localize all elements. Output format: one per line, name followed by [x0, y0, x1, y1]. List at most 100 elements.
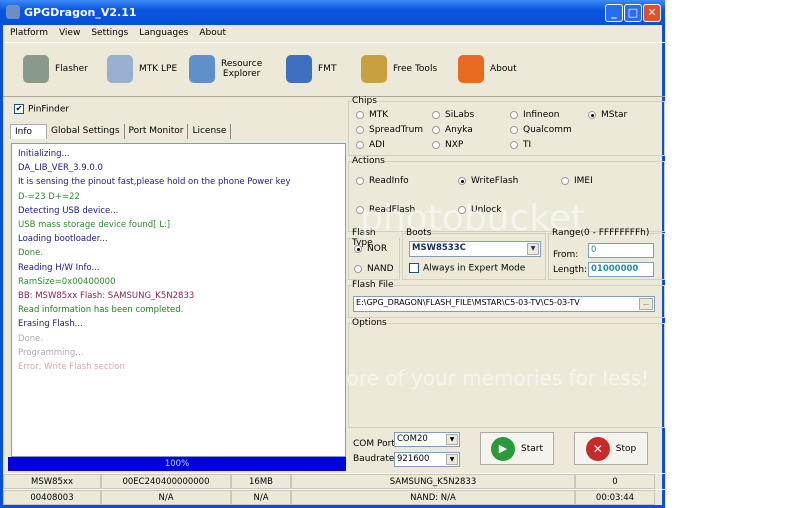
action-label: IMEI	[574, 176, 593, 186]
start-button[interactable]: ▶ Start	[480, 432, 554, 465]
radio-nor[interactable]: NOR	[354, 244, 387, 254]
chip-radio-spreadtrum[interactable]: SpreadTrum	[356, 125, 423, 135]
toolbar-label: Resource Explorer	[221, 59, 263, 79]
chip-label: Anyka	[445, 125, 473, 135]
radio-icon	[356, 125, 364, 134]
toolbar-label: Free Tools	[393, 64, 438, 74]
status-row-1: MSW85xx 00EC240400000000 16MB SAMSUNG_K5N28…	[3, 473, 665, 489]
boots-value: MSW8533C	[412, 243, 466, 253]
chip-radio-silabs[interactable]: SiLabs	[432, 110, 474, 120]
status-cell: 0	[575, 474, 655, 489]
toolbar-flasher-button[interactable]: Flasher	[23, 55, 88, 83]
radio-icon	[458, 176, 466, 185]
info-log[interactable]: Initializing... DA_LIB_VER_3.9.0.0 It is s…	[11, 143, 346, 457]
chevron-down-icon: ▼	[446, 434, 458, 445]
chip-radio-mstar[interactable]: MStar	[588, 110, 627, 120]
radio-icon	[356, 110, 364, 119]
chip-radio-ti[interactable]: TI	[510, 140, 531, 150]
baudrate-select[interactable]: 921600 ▼	[394, 452, 460, 467]
menu-platform[interactable]: Platform	[10, 25, 48, 41]
toolbar-about-button[interactable]: About	[458, 55, 517, 83]
menu-settings[interactable]: Settings	[91, 25, 128, 41]
chip-radio-adi[interactable]: ADI	[356, 140, 385, 150]
menu-bar: Platform View Settings Languages About	[3, 25, 665, 41]
log-line: Erasing Flash...	[18, 319, 83, 330]
log-line: RamSize=0x00400000	[18, 276, 116, 287]
folder-film-icon	[189, 55, 215, 83]
flash-file-path: E:\GPG_DRAGON\FLASH_FILE\MSTAR\C5-03-TV\…	[356, 298, 580, 307]
chip-radio-qualcomm[interactable]: Qualcomm	[510, 125, 572, 135]
menu-about[interactable]: About	[199, 25, 226, 41]
chip-label: SpreadTrum	[369, 125, 424, 135]
toolbar-label: MTK LPE	[139, 64, 178, 74]
close-button[interactable]: ✕	[643, 4, 661, 22]
log-line: Reading H/W Info...	[18, 262, 100, 273]
phone-icon	[23, 55, 49, 83]
radio-icon	[354, 264, 362, 273]
radio-icon	[588, 110, 596, 119]
tab-license[interactable]: License	[188, 124, 232, 139]
toolbar-mtk-lpe-button[interactable]: MTK LPE	[107, 55, 177, 83]
pinfinder-label: PinFinder	[28, 104, 70, 115]
action-radio-readinfo[interactable]: ReadInfo	[356, 176, 409, 186]
chip-radio-mtk[interactable]: MTK	[356, 110, 388, 120]
menu-view[interactable]: View	[59, 25, 80, 41]
flash-file-input[interactable]: E:\GPG_DRAGON\FLASH_FILE\MSTAR\C5-03-TV\…	[353, 296, 655, 312]
chip-radio-nxp[interactable]: NXP	[432, 140, 463, 150]
chip-label: Qualcomm	[523, 125, 572, 135]
chip-label: NXP	[445, 140, 464, 150]
expert-mode-checkbox[interactable]: Always in Expert Mode	[409, 263, 525, 274]
length-input[interactable]: 01000000	[588, 262, 654, 277]
com-port-select[interactable]: COM20 ▼	[394, 432, 460, 447]
action-radio-writeflash[interactable]: WriteFlash	[458, 176, 518, 186]
app-window: GPGDragon_V2.11 _ □ ✕ Platform View Sett…	[0, 0, 665, 508]
checkbox-box	[409, 263, 419, 273]
chip-label: SiLabs	[445, 110, 475, 120]
action-radio-readflash[interactable]: ReadFlash	[356, 205, 415, 215]
action-label: WriteFlash	[471, 176, 519, 186]
menu-languages[interactable]: Languages	[139, 25, 188, 41]
tab-global-settings[interactable]: Global Settings	[47, 124, 125, 139]
action-radio-unlock[interactable]: Unlock	[458, 205, 501, 215]
chip-label: Infineon	[523, 110, 560, 120]
action-label: ReadInfo	[369, 176, 409, 186]
toolbar-fmt-button[interactable]: FMT	[286, 55, 336, 83]
status-cell: NAND: N/A	[291, 490, 575, 505]
title-bar: GPGDragon_V2.11 _ □ ✕	[0, 0, 665, 25]
boots-select[interactable]: MSW8533C ▼	[409, 241, 541, 257]
window-title: GPGDragon_V2.11	[24, 6, 137, 19]
stop-button[interactable]: ✕ Stop	[574, 432, 648, 465]
status-cell: 00408003	[3, 490, 101, 505]
minimize-button[interactable]: _	[605, 4, 623, 22]
from-input[interactable]: 0	[588, 243, 654, 258]
log-line: D-=23 D+=22	[18, 191, 80, 202]
chip-radio-anyka[interactable]: Anyka	[432, 125, 473, 135]
toolbar-free-tools-button[interactable]: Free Tools	[361, 55, 437, 83]
log-line: Programming...	[18, 347, 84, 358]
house-icon	[458, 55, 484, 83]
nand-label: NAND	[367, 264, 394, 274]
action-label: ReadFlash	[369, 205, 416, 215]
log-line: Detecting USB device...	[18, 205, 119, 216]
tab-info[interactable]: Info	[10, 124, 48, 139]
log-line: Loading bootloader...	[18, 234, 108, 245]
maximize-button[interactable]: □	[624, 4, 642, 22]
toolbar-label: FMT	[318, 64, 337, 74]
chips-title: Chips	[352, 96, 377, 106]
radio-nand[interactable]: NAND	[354, 264, 394, 274]
length-label: Length:	[553, 265, 588, 275]
tab-port-monitor[interactable]: Port Monitor	[125, 124, 189, 139]
check-icon: ✔	[14, 104, 24, 114]
status-cell: 16MB	[231, 474, 291, 489]
action-radio-imei[interactable]: IMEI	[561, 176, 593, 186]
log-line: It is sensing the pinout fast,please hol…	[18, 177, 291, 188]
document-icon	[107, 55, 133, 83]
actions-title: Actions	[352, 156, 385, 166]
toolbar-resource-button[interactable]: Resource Explorer	[189, 55, 262, 83]
browse-button[interactable]: ...	[639, 298, 653, 310]
right-panel: Chips MTK SiLabs Infineon MStar SpreadTrum An…	[348, 96, 665, 472]
chip-radio-infineon[interactable]: Infineon	[510, 110, 559, 120]
pinfinder-checkbox[interactable]: ✔ PinFinder	[14, 104, 69, 115]
status-cell: MSW85xx	[3, 474, 101, 489]
radio-icon	[510, 110, 518, 119]
